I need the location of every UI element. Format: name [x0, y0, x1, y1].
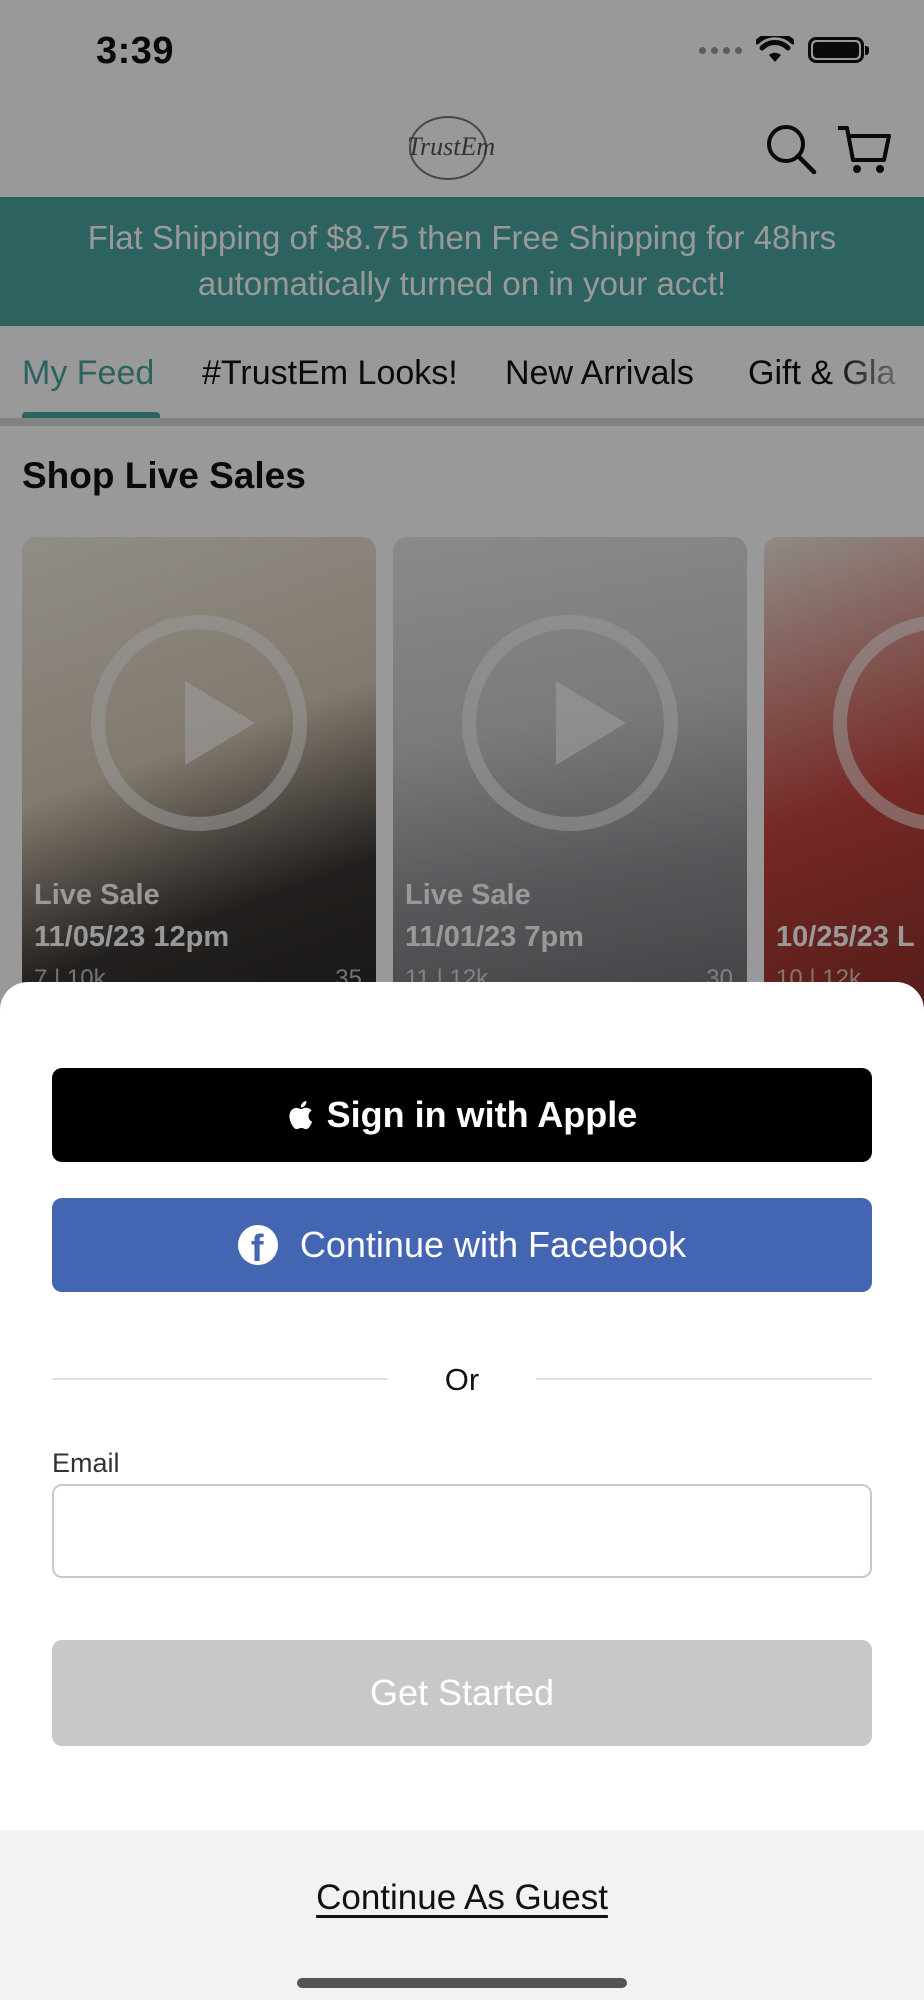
get-started-label: Get Started: [369, 1672, 555, 1713]
facebook-icon: f: [237, 1225, 278, 1265]
continue-with-facebook-button[interactable]: f Continue with Facebook: [52, 1198, 872, 1292]
divider-line: [536, 1378, 872, 1380]
or-divider: Or: [52, 1354, 872, 1404]
email-label: Email: [52, 1448, 120, 1478]
or-text: Or: [444, 1362, 480, 1397]
email-field[interactable]: [52, 1484, 872, 1578]
get-started-button[interactable]: Get Started: [52, 1640, 872, 1746]
sign-in-with-apple-button[interactable]: Sign in with Apple: [52, 1068, 872, 1162]
continue-as-guest-link[interactable]: Continue As Guest: [0, 1878, 924, 1918]
apple-icon: [289, 1101, 312, 1130]
sign-in-sheet: Sign in with Apple f Continue with Faceb…: [0, 982, 924, 2000]
apple-button-label: Sign in with Apple: [326, 1094, 638, 1135]
home-indicator[interactable]: [297, 1978, 627, 1988]
facebook-button-label: Continue with Facebook: [299, 1224, 687, 1265]
guest-bar: Continue As Guest: [0, 1830, 924, 2000]
